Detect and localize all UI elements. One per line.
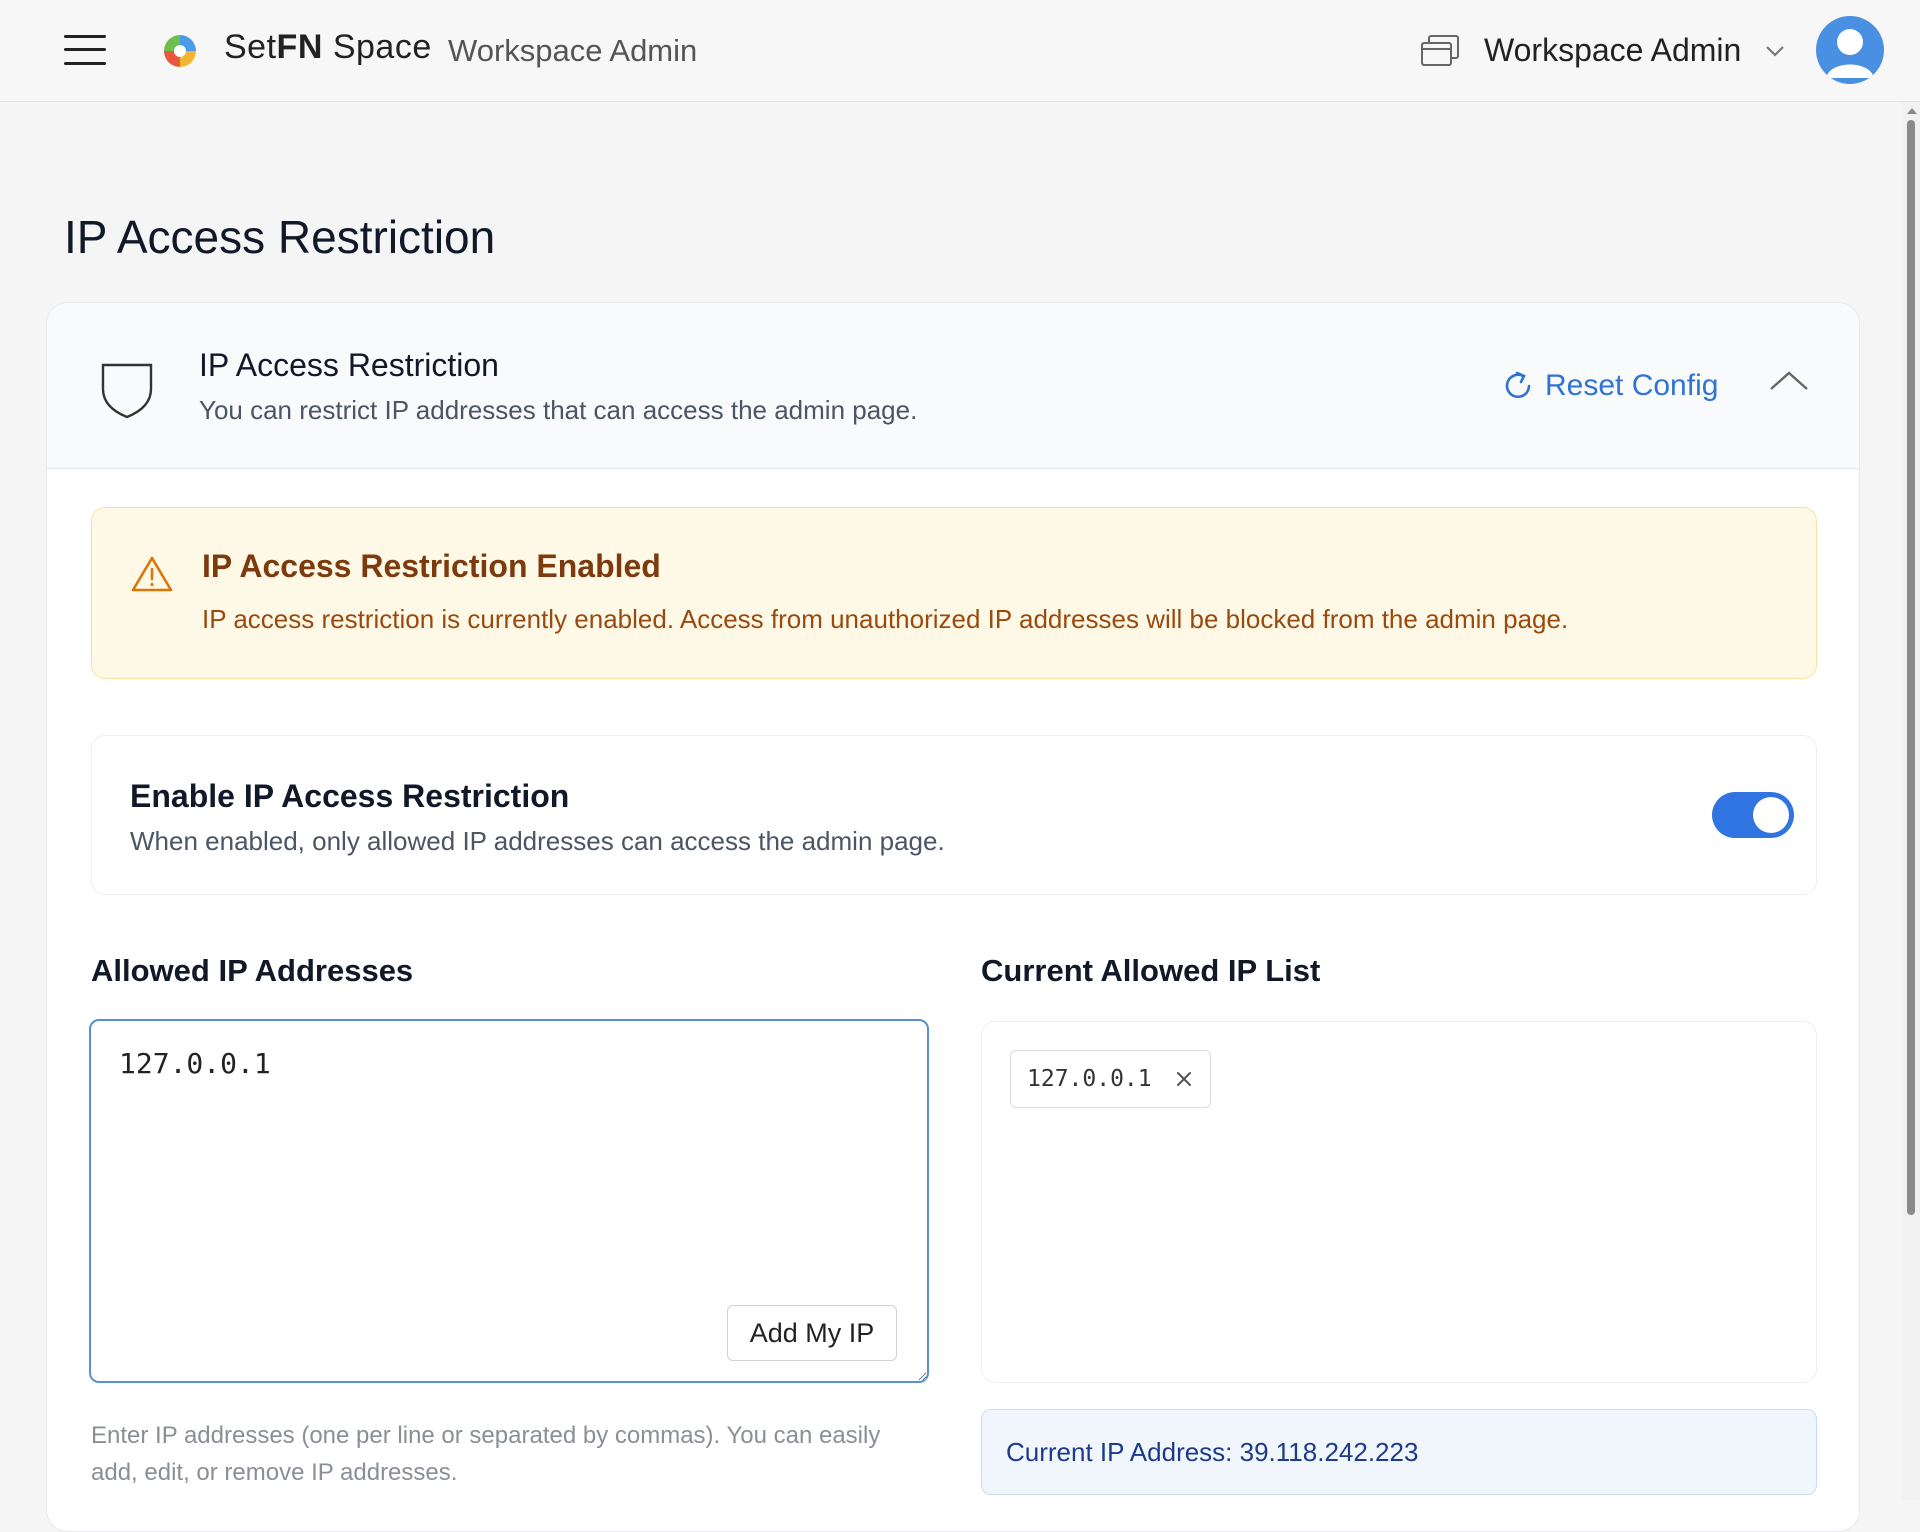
scrollbar-thumb[interactable]: [1907, 120, 1915, 1215]
current-list-label: Current Allowed IP List: [981, 953, 1321, 988]
chevron-up-icon[interactable]: [1767, 365, 1811, 397]
scroll-up-arrow[interactable]: [1907, 108, 1917, 114]
warning-title: IP Access Restriction Enabled: [202, 548, 661, 584]
brand-name: SetFN Space: [224, 28, 432, 66]
current-ip-text: Current IP Address: 39.118.242.223: [1006, 1436, 1419, 1467]
allowed-ip-label: Allowed IP Addresses: [91, 953, 414, 988]
warning-banner: IP Access Restriction Enabled IP access …: [91, 507, 1817, 679]
current-ip-list: 127.0.0.1: [981, 1021, 1817, 1383]
warning-triangle-icon: [131, 556, 173, 592]
close-icon[interactable]: [1174, 1069, 1194, 1089]
logo-icon: [164, 35, 196, 67]
enable-restriction-toggle[interactable]: [1712, 792, 1794, 838]
add-my-ip-button[interactable]: Add My IP: [727, 1305, 897, 1361]
ip-restriction-card: IP Access Restriction You can restrict I…: [46, 302, 1860, 1532]
windows-icon[interactable]: [1420, 34, 1460, 68]
toggle-knob: [1753, 797, 1789, 833]
enable-restriction-row: Enable IP Access Restriction When enable…: [91, 735, 1817, 895]
reset-config-label: Reset Config: [1545, 369, 1719, 402]
allowed-ip-helper: Enter IP addresses (one per line or sepa…: [91, 1422, 881, 1486]
toggle-title: Enable IP Access Restriction: [130, 778, 570, 814]
card-header[interactable]: IP Access Restriction You can restrict I…: [47, 303, 1859, 469]
toggle-description: When enabled, only allowed IP addresses …: [130, 826, 945, 856]
reset-config-button[interactable]: Reset Config: [1501, 369, 1718, 403]
refresh-icon: [1505, 371, 1531, 399]
brand-subtitle: Workspace Admin: [448, 33, 698, 68]
shield-icon: [101, 363, 153, 419]
user-avatar-icon[interactable]: [1816, 16, 1884, 84]
chevron-down-icon[interactable]: [1762, 40, 1788, 62]
current-ip-info: Current IP Address: 39.118.242.223: [981, 1409, 1817, 1495]
top-bar: SetFN Space Workspace Admin Workspace Ad…: [0, 0, 1920, 102]
ip-chip-label: 127.0.0.1: [1027, 1066, 1152, 1092]
workspace-selector[interactable]: Workspace Admin: [1484, 32, 1741, 69]
hamburger-icon[interactable]: [64, 33, 106, 67]
warning-text: IP access restriction is currently enabl…: [202, 604, 1569, 634]
page-title: IP Access Restriction: [64, 211, 496, 263]
ip-chip: 127.0.0.1: [1010, 1050, 1211, 1108]
card-title: IP Access Restriction: [199, 347, 499, 383]
card-description: You can restrict IP addresses that can a…: [199, 395, 918, 425]
